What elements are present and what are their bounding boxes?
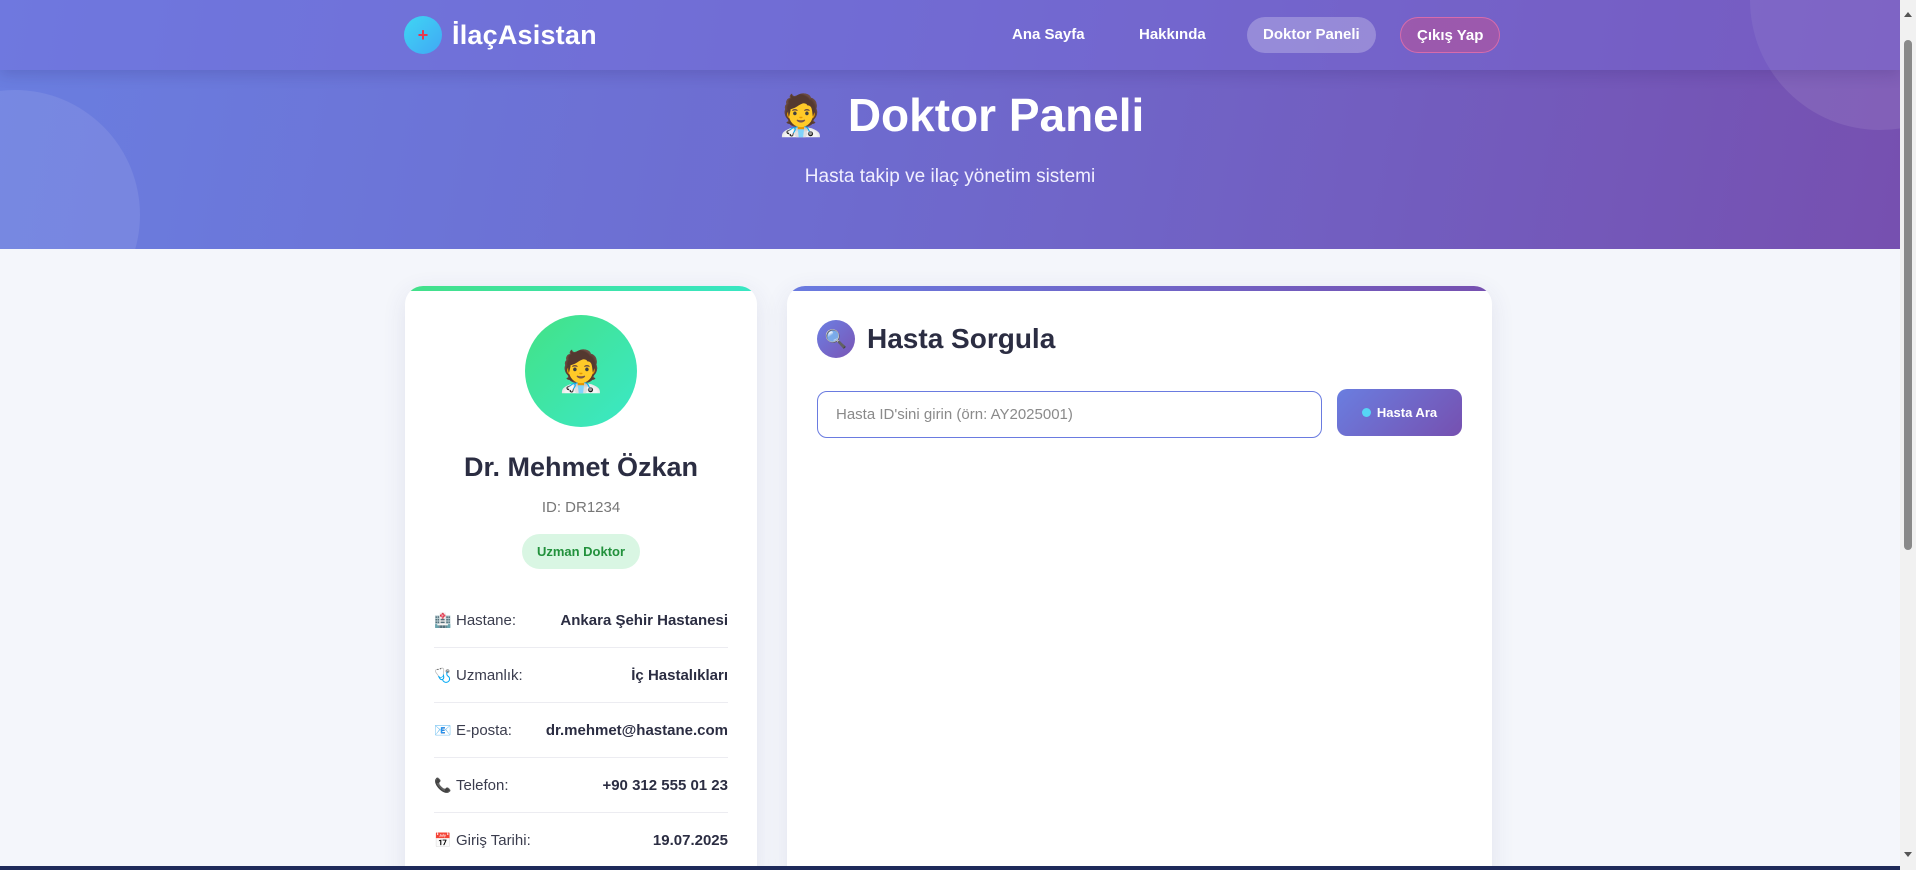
doctor-profile-card: 🧑‍⚕️ Dr. Mehmet Özkan ID: DR1234 Uzman D… (405, 286, 757, 870)
search-button-label: Hasta Ara (1376, 405, 1438, 420)
stethoscope-icon: 🩺 (434, 666, 452, 683)
info-value: +90 312 555 01 23 (602, 776, 728, 794)
scroll-up-icon[interactable] (1904, 12, 1912, 17)
info-row-hospital: 🏥 Hastane: Ankara Şehir Hastanesi (434, 593, 728, 648)
info-label: E-posta: (456, 721, 512, 739)
nav-home[interactable]: Ana Sayfa (996, 17, 1101, 53)
nav-doctor-panel[interactable]: Doktor Paneli (1247, 17, 1376, 53)
logout-button[interactable]: Çıkış Yap (1400, 17, 1501, 53)
search-title: Hasta Sorgula (867, 323, 1056, 354)
doctor-name: Dr. Mehmet Özkan (463, 452, 699, 482)
info-value: İç Hastalıkları (631, 666, 728, 684)
nav-about[interactable]: Hakkında (1123, 17, 1222, 53)
info-value: dr.mehmet@hastane.com (545, 721, 728, 739)
brand[interactable]: + İlaçAsistan (404, 16, 597, 54)
info-label: Uzmanlık: (456, 666, 523, 684)
info-value: Ankara Şehir Hastanesi (560, 611, 728, 629)
plus-icon: + (404, 16, 442, 54)
search-icon: 🔍 (817, 320, 855, 358)
avatar: 🧑‍⚕️ (525, 315, 637, 427)
doctor-info-list: 🏥 Hastane: Ankara Şehir Hastanesi 🩺 Uzma… (434, 593, 728, 868)
phone-icon: 📞 (434, 776, 452, 793)
search-icon (1361, 408, 1371, 417)
scrollbar[interactable] (1900, 0, 1916, 870)
info-row-phone: 📞 Telefon: +90 312 555 01 23 (434, 758, 728, 813)
info-label: Giriş Tarihi: (456, 832, 531, 849)
navbar (0, 0, 1900, 70)
email-icon: 📧 (434, 721, 452, 738)
hero-banner: + İlaçAsistan Ana Sayfa Hakkında Doktor … (0, 0, 1900, 249)
card-accent-bar (787, 286, 1492, 291)
status-badge: Uzman Doktor (522, 534, 640, 569)
info-row-specialty: 🩺 Uzmanlık: İç Hastalıkları (434, 648, 728, 703)
window-bottom-edge (0, 866, 1900, 870)
info-value: 19.07.2025 (652, 832, 728, 849)
page-title: 🧑‍⚕️ Doktor Paneli (776, 88, 1144, 142)
hospital-icon: 🏥 (434, 611, 452, 628)
doctor-avatar-icon: 🧑‍⚕️ (556, 349, 606, 394)
info-row-email: 📧 E-posta: dr.mehmet@hastane.com (434, 703, 728, 758)
info-row-login-date: 📅 Giriş Tarihi: 19.07.2025 (434, 813, 728, 868)
card-accent-bar (405, 286, 757, 291)
calendar-icon: 📅 (434, 832, 452, 848)
patient-id-input[interactable] (817, 391, 1322, 438)
patient-search-card: 🔍 Hasta Sorgula Hasta Ara (787, 286, 1492, 870)
page-title-text: Doktor Paneli (847, 89, 1145, 141)
scrollbar-thumb[interactable] (1904, 40, 1912, 550)
info-label: Hastane: (456, 611, 517, 629)
doctor-id: ID: DR1234 (541, 499, 621, 516)
search-patient-button[interactable]: Hasta Ara (1337, 389, 1462, 436)
doctor-icon: 🧑‍⚕️ (776, 93, 826, 138)
search-heading: 🔍 Hasta Sorgula (817, 320, 1055, 358)
brand-name: İlaçAsistan (452, 19, 597, 50)
scroll-down-icon[interactable] (1904, 852, 1912, 857)
page-subtitle: Hasta takip ve ilaç yönetim sistemi (804, 166, 1096, 187)
info-label: Telefon: (456, 776, 509, 794)
